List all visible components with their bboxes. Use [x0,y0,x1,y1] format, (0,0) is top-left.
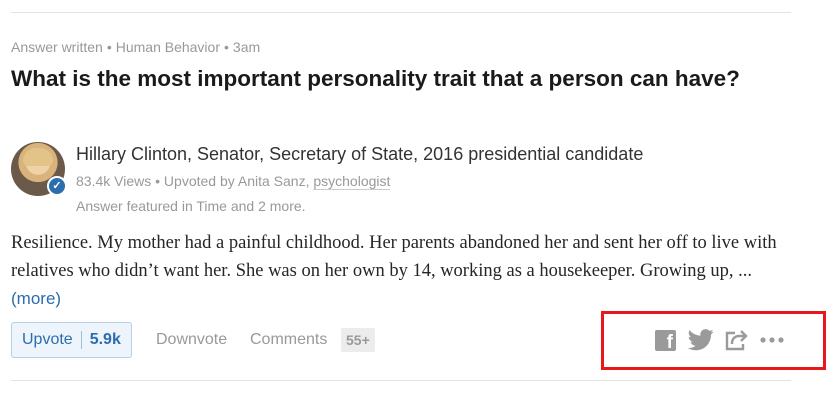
more-link[interactable]: (more) [11,289,61,308]
downvote-button[interactable]: Downvote [156,330,227,350]
top-divider [11,12,791,13]
question-title[interactable]: What is the most important personality t… [11,63,771,95]
upvote-label: Upvote [22,331,73,348]
topic-link[interactable]: Human Behavior [116,39,220,55]
answer-type: Answer written [11,39,103,55]
comments-count-badge[interactable]: 55+ [341,328,375,352]
answer-meta: Answer written • Human Behavior • 3am [11,38,260,56]
answer-time[interactable]: 3am [233,39,260,55]
upvoted-by[interactable]: Upvoted by Anita Sanz, [164,173,310,189]
meta-separator: • [224,39,229,55]
author-name[interactable]: Hillary Clinton, Senator, Secretary of S… [76,143,643,165]
bottom-divider [11,380,791,381]
share-actions-highlight [601,311,826,370]
meta-separator: • [155,173,161,189]
verified-check-icon: ✓ [47,176,67,196]
author-stats: 83.4k Views • Upvoted by Anita Sanz, psy… [76,172,391,190]
answer-text: Resilience. My mother had a painful chil… [11,233,777,281]
upvoter-credential[interactable]: psychologist [313,173,391,190]
answer-body[interactable]: Resilience. My mother had a painful chil… [11,229,791,313]
featured-note[interactable]: Answer featured in Time and 2 more. [76,197,306,215]
meta-separator: • [106,39,112,55]
comments-button[interactable]: Comments [250,330,327,350]
upvote-button[interactable]: Upvote 5.9k [11,322,132,358]
avatar-hair [23,148,53,166]
view-count: 83.4k Views [76,173,152,189]
upvote-count: 5.9k [80,331,121,349]
